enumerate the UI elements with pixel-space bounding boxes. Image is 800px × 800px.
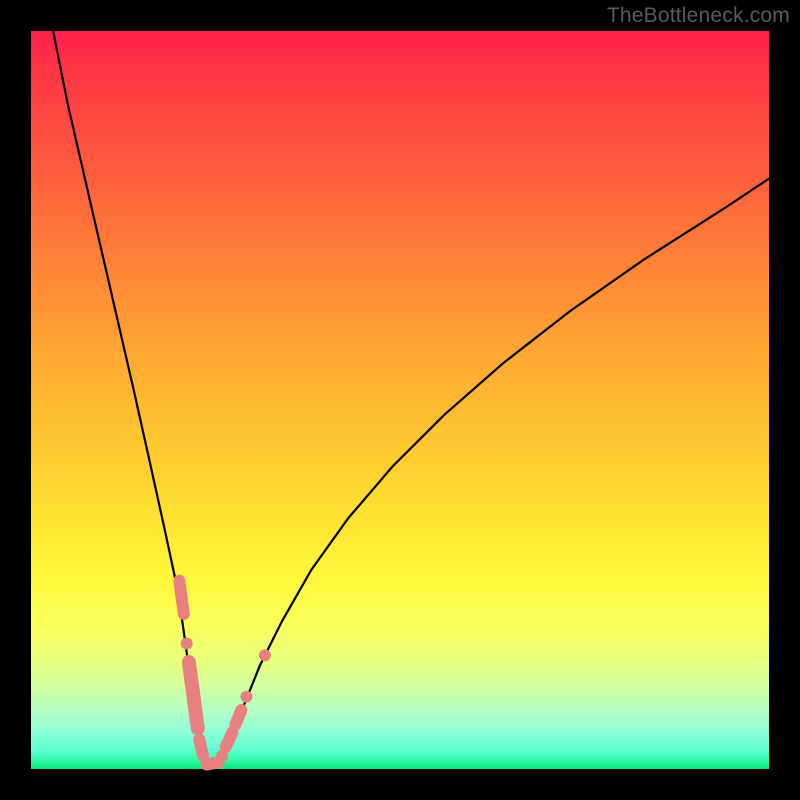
marker-capsule xyxy=(226,732,233,747)
marker-capsule xyxy=(207,762,219,764)
marker-capsule xyxy=(179,581,184,614)
chart-svg xyxy=(31,31,769,769)
marker-dot xyxy=(241,691,253,703)
marker-capsule xyxy=(189,662,198,728)
marker-dot xyxy=(259,649,271,661)
marker-dot xyxy=(181,638,193,650)
bottleneck-curve xyxy=(53,31,769,765)
plot-area xyxy=(31,31,769,769)
watermark-text: TheBottleneck.com xyxy=(607,4,790,28)
marker-capsule xyxy=(199,740,203,756)
marker-capsule xyxy=(235,710,241,725)
chart-frame: TheBottleneck.com xyxy=(0,0,800,800)
